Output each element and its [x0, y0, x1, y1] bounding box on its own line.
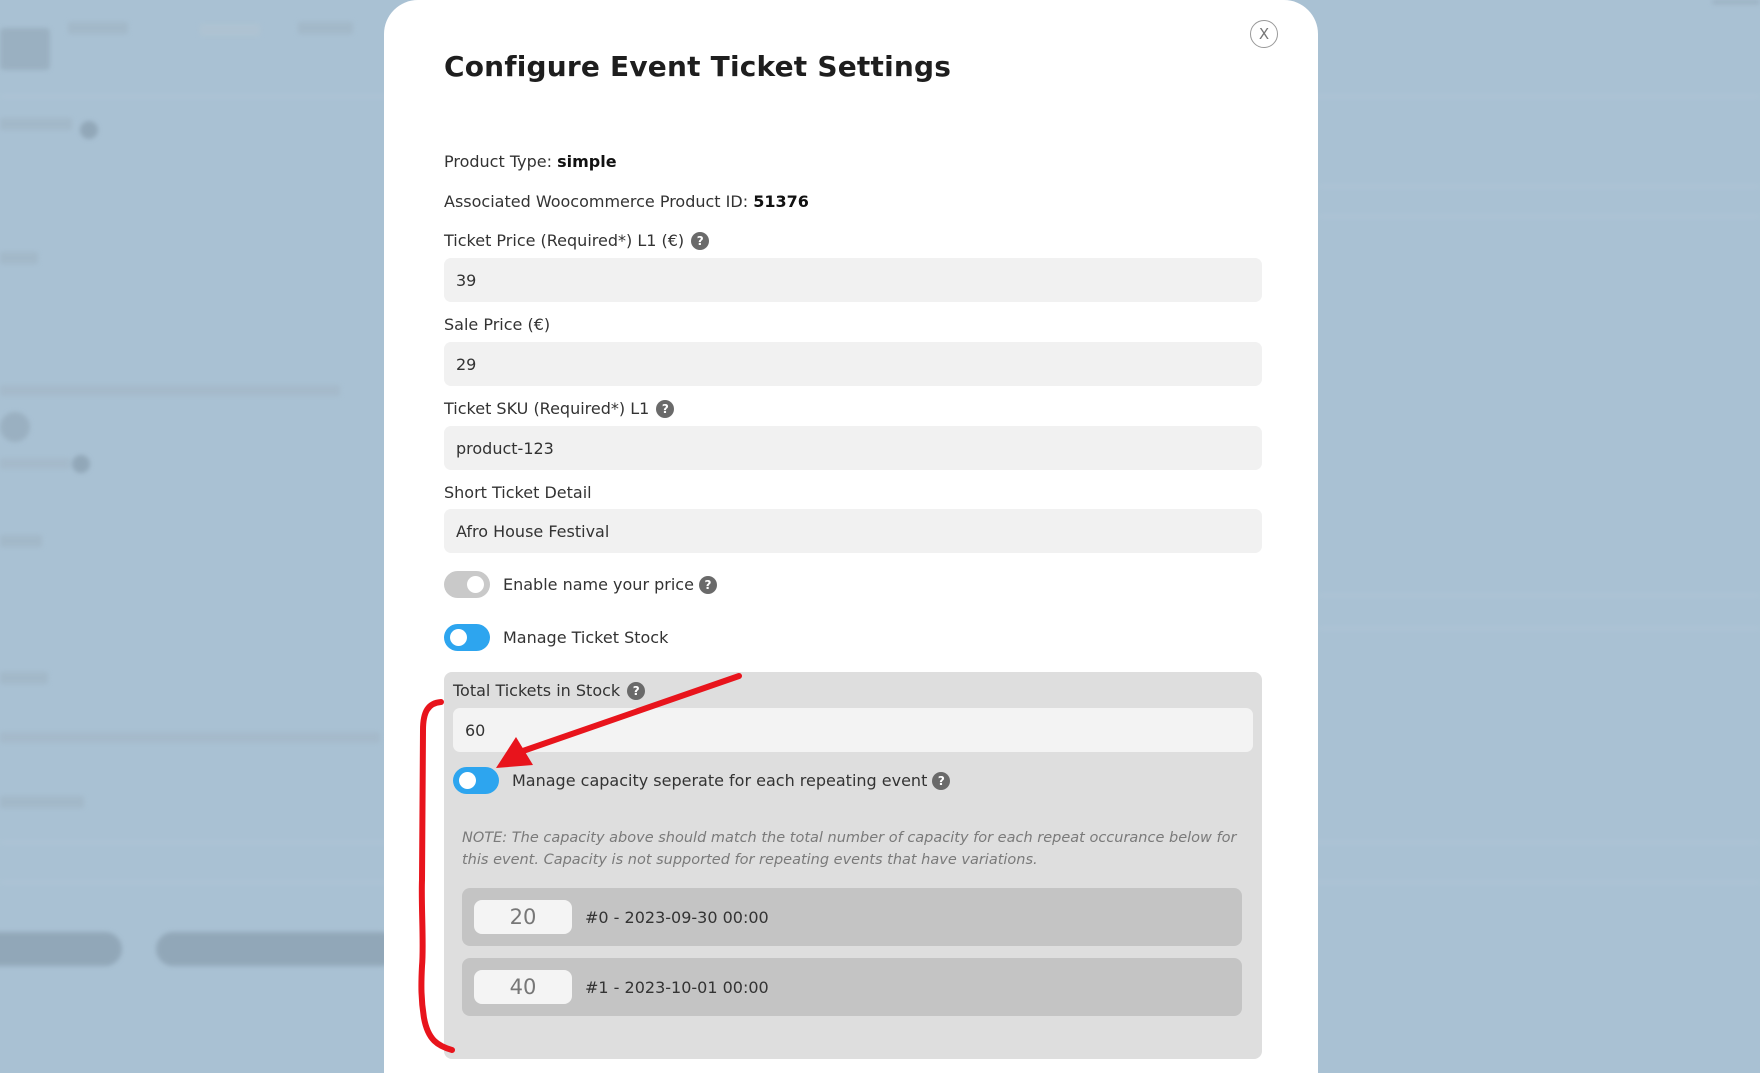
background-button	[156, 932, 398, 966]
manage-stock-label: Manage Ticket Stock	[503, 628, 669, 647]
total-stock-label: Total Tickets in Stock ?	[453, 681, 646, 700]
product-id-info: Associated Woocommerce Product ID: 51376	[444, 192, 809, 211]
close-icon[interactable]: X	[1250, 20, 1278, 48]
product-id-value: 51376	[753, 192, 809, 211]
name-your-price-label: Enable name your price	[503, 575, 694, 594]
product-type-info: Product Type: simple	[444, 152, 617, 171]
help-icon[interactable]: ?	[698, 575, 717, 594]
manage-stock-toggle[interactable]	[444, 624, 490, 651]
product-id-label: Associated Woocommerce Product ID:	[444, 192, 749, 211]
occurrence-row: 20 #0 - 2023-09-30 00:00	[462, 888, 1242, 946]
ticket-price-input[interactable]: 39	[444, 258, 1262, 302]
help-icon[interactable]: ?	[691, 231, 710, 250]
product-type-value: simple	[557, 152, 617, 171]
separate-capacity-label: Manage capacity seperate for each repeat…	[512, 771, 928, 790]
sale-price-input[interactable]: 29	[444, 342, 1262, 386]
separate-capacity-row: Manage capacity seperate for each repeat…	[453, 767, 951, 794]
help-icon[interactable]: ?	[932, 771, 951, 790]
ticket-price-label: Ticket Price (Required*) L1 (€) ?	[444, 231, 710, 250]
help-icon[interactable]: ?	[656, 399, 675, 418]
occurrence-capacity-input[interactable]: 40	[474, 970, 572, 1004]
ticket-sku-label: Ticket SKU (Required*) L1 ?	[444, 399, 675, 418]
name-your-price-toggle[interactable]	[444, 571, 490, 598]
separate-capacity-toggle[interactable]	[453, 767, 499, 794]
occurrence-capacity-input[interactable]: 20	[474, 900, 572, 934]
short-detail-label: Short Ticket Detail	[444, 483, 592, 502]
occurrence-label: #1 - 2023-10-01 00:00	[585, 977, 769, 997]
capacity-note: NOTE: The capacity above should match th…	[462, 830, 1237, 868]
sale-price-label: Sale Price (€)	[444, 315, 551, 334]
occurrence-row: 40 #1 - 2023-10-01 00:00	[462, 958, 1242, 1016]
total-stock-input[interactable]: 60	[453, 708, 1253, 752]
background-button	[0, 932, 122, 966]
occurrence-label: #0 - 2023-09-30 00:00	[585, 907, 769, 927]
help-icon[interactable]: ?	[627, 681, 646, 700]
manage-stock-row: Manage Ticket Stock	[444, 624, 668, 651]
configure-ticket-modal: X Configure Event Ticket Settings Produc…	[384, 0, 1318, 1073]
stock-panel: Total Tickets in Stock ? 60 Manage capac…	[444, 672, 1262, 1059]
name-your-price-row: Enable name your price ?	[444, 571, 717, 598]
short-detail-input[interactable]: Afro House Festival	[444, 509, 1262, 553]
background-logo	[0, 28, 50, 70]
modal-title: Configure Event Ticket Settings	[444, 50, 952, 83]
product-type-label: Product Type:	[444, 152, 552, 171]
ticket-sku-input[interactable]: product-123	[444, 426, 1262, 470]
